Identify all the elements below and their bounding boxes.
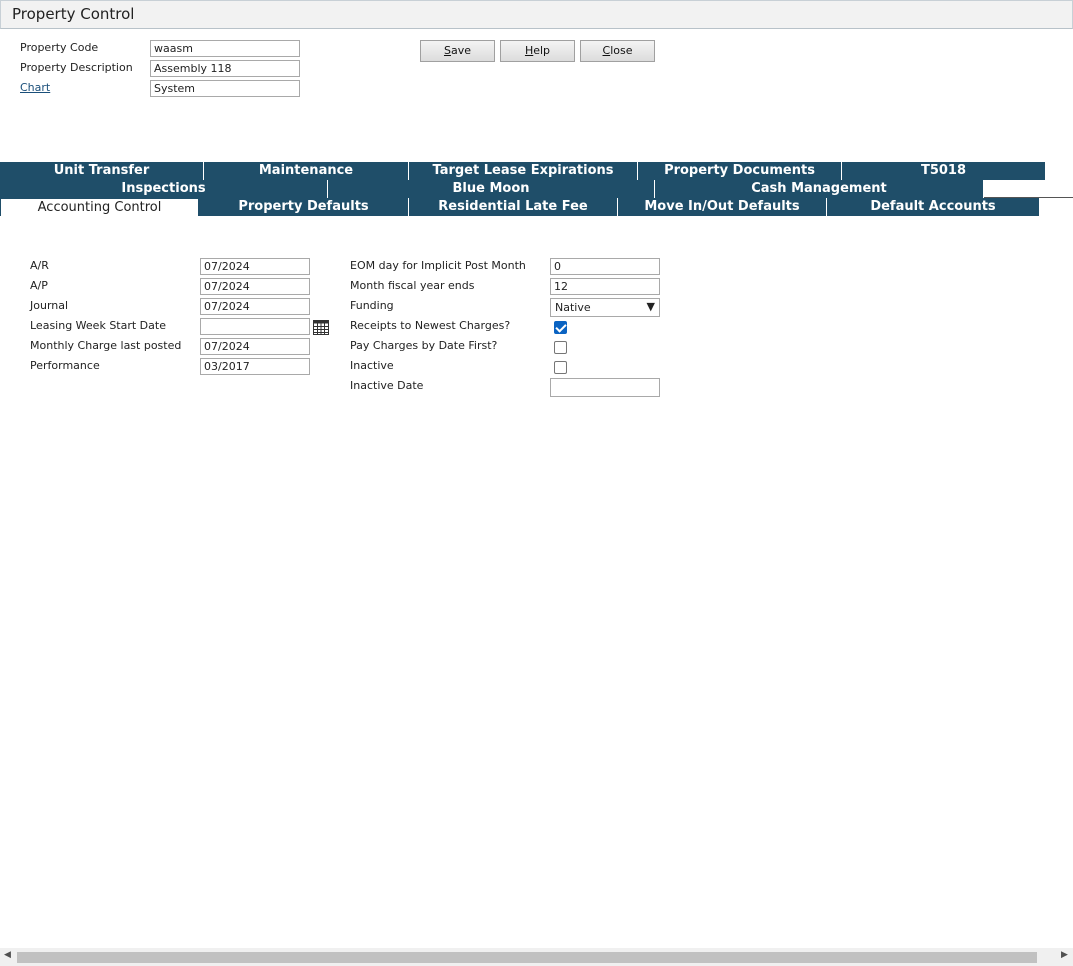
title-bar: Property Control [0,0,1073,29]
chart-link[interactable]: Chart [20,81,50,94]
tab-accounting-control[interactable]: Accounting Control [0,198,199,216]
calendar-icon[interactable] [313,320,329,335]
funding-label: Funding [350,299,394,312]
tab-row-1: Unit Transfer Maintenance Target Lease E… [0,162,1046,180]
inactive-label: Inactive [350,359,394,372]
funding-select[interactable]: Native ▼ [550,298,660,317]
eom-day-label: EOM day for Implicit Post Month [350,259,526,272]
tab-t5018[interactable]: T5018 [842,162,1046,180]
eom-day-input[interactable]: 0 [550,258,660,275]
inactive-checkbox[interactable] [554,361,567,374]
ap-input[interactable]: 07/2024 [200,278,310,295]
tab-cash-management[interactable]: Cash Management [655,180,984,198]
page-title: Property Control [12,5,135,23]
save-button[interactable]: Save [420,40,495,62]
inactive-date-input[interactable] [550,378,660,397]
tab-blue-moon[interactable]: Blue Moon [328,180,655,198]
ar-input[interactable]: 07/2024 [200,258,310,275]
journal-input[interactable]: 07/2024 [200,298,310,315]
tab-target-lease-expirations[interactable]: Target Lease Expirations [409,162,638,180]
chart-input[interactable]: System [150,80,300,97]
journal-label: Journal [30,299,69,312]
scrollbar-thumb[interactable] [17,952,1037,963]
close-button[interactable]: Close [580,40,655,62]
property-description-label: Property Description [20,61,133,74]
inactive-date-label: Inactive Date [350,379,424,392]
performance-label: Performance [30,359,100,372]
ap-label: A/P [30,279,48,292]
tab-inspections[interactable]: Inspections [0,180,328,198]
tab-move-in-out-defaults[interactable]: Move In/Out Defaults [618,198,827,216]
horizontal-scrollbar[interactable]: ◀ ▶ [0,948,1073,966]
chevron-down-icon: ▼ [646,300,655,313]
ar-label: A/R [30,259,49,272]
help-button[interactable]: Help [500,40,575,62]
tab-maintenance[interactable]: Maintenance [204,162,409,180]
tab-unit-transfer[interactable]: Unit Transfer [0,162,204,180]
scroll-right-icon[interactable]: ▶ [1061,950,1068,960]
performance-input[interactable]: 03/2017 [200,358,310,375]
tab-residential-late-fee[interactable]: Residential Late Fee [409,198,618,216]
tab-property-documents[interactable]: Property Documents [638,162,842,180]
leasing-week-label: Leasing Week Start Date [30,319,166,332]
tab-default-accounts[interactable]: Default Accounts [827,198,1040,216]
fiscal-year-input[interactable]: 12 [550,278,660,295]
property-code-label: Property Code [20,41,99,54]
receipts-checkbox[interactable] [554,321,567,334]
fiscal-year-label: Month fiscal year ends [350,279,475,292]
leasing-week-input[interactable] [200,318,310,335]
funding-selected-value: Native [555,301,591,314]
tab-row-2: Inspections Blue Moon Cash Management [0,180,984,198]
pay-charges-label: Pay Charges by Date First? [350,339,498,352]
receipts-label: Receipts to Newest Charges? [350,319,511,332]
pay-charges-checkbox[interactable] [554,341,567,354]
property-code-input[interactable]: waasm [150,40,300,57]
monthly-charge-label: Monthly Charge last posted [30,339,182,352]
tab-row-3: Accounting Control Property Defaults Res… [0,198,1040,216]
tab-property-defaults[interactable]: Property Defaults [199,198,409,216]
scroll-left-icon[interactable]: ◀ [4,950,11,960]
monthly-charge-input[interactable]: 07/2024 [200,338,310,355]
property-description-input[interactable]: Assembly 118 [150,60,300,77]
